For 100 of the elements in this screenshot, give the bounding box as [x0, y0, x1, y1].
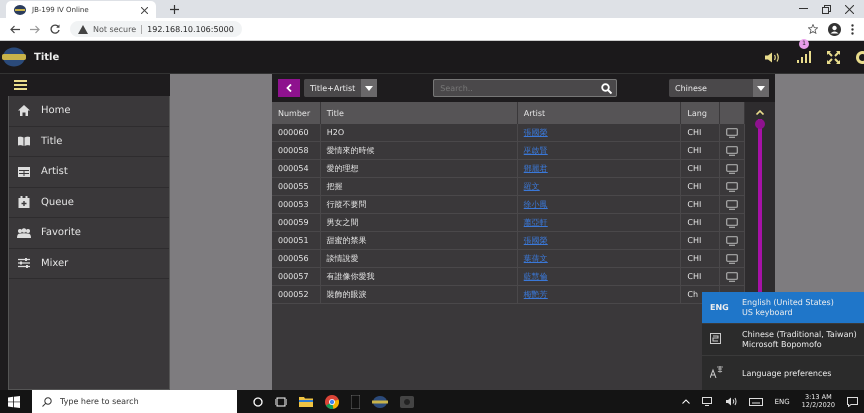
language-option[interactable]: Chinese (Traditional, Taiwan) Microsoft Bopomofo [702, 324, 864, 356]
back-button[interactable] [278, 79, 300, 97]
signal-icon[interactable] [797, 50, 811, 62]
menu-icon[interactable] [851, 24, 854, 34]
search-icon [42, 396, 52, 406]
keyboard-icon[interactable] [748, 398, 763, 406]
language-icon [710, 366, 723, 378]
table-cell: CHI [680, 250, 720, 268]
fullscreen-icon[interactable] [827, 50, 840, 64]
speaker-icon[interactable] [765, 52, 781, 62]
scroll-up-icon[interactable] [756, 110, 764, 115]
minimize-icon[interactable] [799, 8, 808, 10]
home-icon [17, 105, 31, 116]
address-field[interactable]: Not secure 192.168.10.106:5000 [70, 21, 242, 37]
book-icon [17, 136, 31, 146]
sidebar-item[interactable]: Mixer [9, 248, 169, 279]
folder-icon[interactable] [299, 396, 313, 407]
table-cell: 000052 [272, 286, 320, 304]
back-icon[interactable] [10, 24, 20, 34]
speaker-icon[interactable] [726, 397, 737, 406]
monitor-icon[interactable] [726, 200, 738, 210]
search-icon[interactable] [601, 82, 612, 94]
monitor-icon[interactable] [726, 254, 738, 264]
table-cell: CHI [680, 142, 720, 160]
table-cell: CHI [680, 124, 720, 142]
column-header[interactable]: Title [320, 102, 518, 124]
users-icon [17, 228, 31, 238]
monitor-icon[interactable] [726, 236, 738, 246]
phone-icon[interactable] [351, 394, 360, 408]
language-name: English (United States) [742, 298, 834, 307]
close-icon[interactable] [141, 6, 148, 14]
table-cell: CHI [680, 268, 720, 286]
chevron-up-icon[interactable] [682, 399, 690, 404]
cortana-icon[interactable] [253, 396, 263, 406]
logo-icon[interactable] [372, 396, 388, 408]
globe-icon [14, 5, 26, 15]
keyboard-layout-icon [710, 333, 721, 344]
monitor-icon[interactable] [726, 182, 738, 192]
windows-start-icon[interactable] [8, 396, 20, 408]
language-option[interactable]: ENG English (United States) US keyboard [702, 292, 864, 324]
sidebar-item[interactable]: Queue [9, 188, 169, 218]
new-tab-icon[interactable] [170, 4, 179, 14]
close-icon[interactable] [845, 4, 854, 14]
table-cell: 000057 [272, 268, 320, 286]
table-cell: 男女之間 [320, 214, 518, 232]
language-name: Chinese (Traditional, Taiwan) [742, 330, 857, 339]
table-cell: CHI [680, 160, 720, 178]
chrome-icon[interactable] [325, 394, 339, 408]
table-cell: 談情說愛 [320, 250, 518, 268]
column-header[interactable]: Artist [517, 102, 681, 124]
table-cell: 000054 [272, 160, 320, 178]
table-cell: CHI [680, 178, 720, 196]
table-cell: 愛的理想 [320, 160, 518, 178]
chevron-left-icon [286, 84, 292, 92]
language-dropdown[interactable]: Chinese [669, 79, 769, 97]
task-view-icon[interactable] [275, 396, 287, 406]
sidebar-item[interactable]: Artist [9, 157, 169, 188]
warning-icon [78, 24, 88, 34]
logo-icon [2, 47, 26, 67]
language-preferences-link[interactable]: Language preferences [702, 356, 864, 390]
monitor-icon[interactable] [726, 164, 738, 174]
menu-icon[interactable] [14, 80, 27, 90]
restore-icon[interactable] [822, 4, 831, 14]
caret-icon [757, 86, 765, 90]
taskbar-search-bar[interactable]: Type here to search [32, 390, 237, 413]
table-icon [17, 166, 31, 177]
profile-icon[interactable] [828, 22, 841, 36]
security-label: Not secure [93, 24, 136, 34]
column-header[interactable]: Number [272, 102, 320, 124]
table-cell: 000058 [272, 142, 320, 160]
forward-icon[interactable] [30, 24, 40, 34]
language-code: ENG [709, 303, 730, 312]
table-cell: 把握 [320, 178, 518, 196]
sidebar-item[interactable]: Title [9, 126, 169, 157]
calendar-icon [17, 196, 31, 208]
table-cell: 000059 [272, 214, 320, 232]
monitor-icon[interactable] [726, 146, 738, 156]
sidebar-item[interactable]: Home [9, 96, 169, 126]
table-cell: 甜蜜的禁果 [320, 232, 518, 250]
sidebar-item[interactable]: Favorite [9, 218, 169, 248]
table-cell: 愛情來的時候 [320, 142, 518, 160]
notifications-icon[interactable] [847, 396, 858, 406]
caret-icon [365, 86, 374, 90]
table-cell: 000060 [272, 124, 320, 142]
monitor-icon[interactable] [726, 218, 738, 228]
table-cell: 有誰像你愛我 [320, 268, 518, 286]
table-cell: 行蹤不要問 [320, 196, 518, 214]
search-mode-dropdown[interactable]: Title+Artist [304, 79, 378, 97]
column-header[interactable]: Lang [680, 102, 720, 124]
app-title: Title [34, 52, 60, 62]
keyboard-name: US keyboard [742, 308, 794, 317]
monitor-icon[interactable] [726, 128, 738, 138]
sliders-icon [17, 258, 31, 268]
reload-icon[interactable] [50, 24, 60, 34]
monitor-icon[interactable] [726, 272, 738, 282]
taskbar-search-field[interactable]: Type here to search [58, 396, 232, 407]
table-cell: H2O [320, 124, 518, 142]
star-icon[interactable] [808, 24, 818, 34]
network-icon[interactable] [702, 397, 714, 406]
table-cell: 000051 [272, 232, 320, 250]
